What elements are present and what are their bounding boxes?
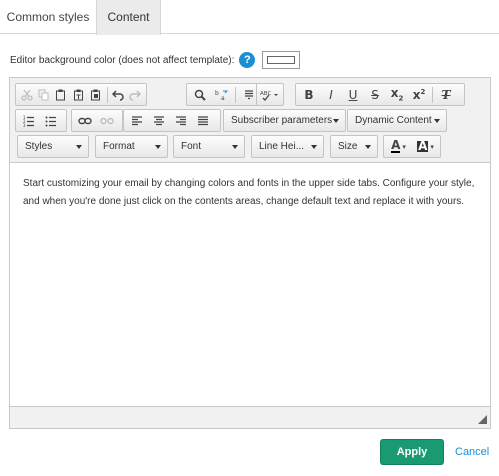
- chevron-down-icon: [333, 119, 339, 123]
- chevron-down-icon: [76, 145, 82, 149]
- tab-common-styles[interactable]: Common styles: [0, 0, 96, 34]
- undo-icon[interactable]: [109, 85, 126, 105]
- apply-button[interactable]: Apply: [380, 439, 444, 465]
- tab-bar: Common styles Content: [0, 0, 499, 35]
- font-dropdown[interactable]: Font: [173, 135, 245, 158]
- align-center-icon[interactable]: [148, 111, 170, 131]
- format-label: Format: [103, 141, 135, 152]
- align-group: [123, 109, 221, 132]
- line-height-dropdown[interactable]: Line Hei...: [251, 135, 324, 158]
- chevron-down-icon: [311, 145, 317, 149]
- find-icon[interactable]: [189, 85, 211, 105]
- background-color-button[interactable]: A ▾: [412, 137, 439, 157]
- spellcheck-icon[interactable]: ABC: [257, 85, 283, 105]
- chevron-down-icon: ▾: [402, 143, 406, 151]
- align-left-icon[interactable]: [126, 111, 148, 131]
- styles-label: Styles: [25, 141, 53, 152]
- format-group: B I U S x2 x2 T: [295, 83, 465, 106]
- svg-text:3: 3: [23, 123, 26, 127]
- styles-dropdown[interactable]: Styles: [17, 135, 89, 158]
- rich-text-editor: ba ABC B I U S x2 x2 T 123 Subscriber pa…: [9, 77, 491, 429]
- chevron-down-icon: [434, 119, 440, 123]
- subscript-button[interactable]: x2: [386, 85, 408, 105]
- underline-button[interactable]: U: [342, 85, 364, 105]
- paste-text-icon[interactable]: [70, 85, 87, 105]
- list-group: 123: [15, 109, 67, 132]
- background-color-label: Editor background color (does not affect…: [10, 54, 235, 66]
- numbered-list-icon[interactable]: 123: [18, 111, 40, 131]
- chevron-down-icon: ▾: [430, 143, 434, 151]
- cut-icon[interactable]: [18, 85, 35, 105]
- resize-handle-icon[interactable]: [478, 415, 487, 424]
- align-right-icon[interactable]: [170, 111, 192, 131]
- spellcheck-label: ABC: [260, 91, 271, 97]
- superscript-button[interactable]: x2: [408, 85, 430, 105]
- format-dropdown[interactable]: Format: [95, 135, 168, 158]
- color-group: A ▾ A ▾: [383, 135, 441, 158]
- help-icon[interactable]: ?: [239, 52, 256, 68]
- link-icon[interactable]: [74, 111, 96, 131]
- paste-icon[interactable]: [53, 85, 70, 105]
- spellcheck-group: ABC: [256, 83, 284, 106]
- svg-text:b: b: [215, 90, 219, 97]
- subscriber-parameters-label: Subscriber parameters: [231, 115, 333, 126]
- clipboard-group: [15, 83, 147, 106]
- remove-format-button[interactable]: T: [435, 85, 457, 105]
- chevron-down-icon: [365, 145, 371, 149]
- editor-content-text: Start customizing your email by changing…: [23, 178, 475, 207]
- dynamic-content-dropdown[interactable]: Dynamic Content: [347, 109, 447, 132]
- svg-text:a: a: [221, 95, 225, 101]
- editor-status-bar: [10, 406, 490, 428]
- redo-icon[interactable]: [127, 85, 144, 105]
- dynamic-content-label: Dynamic Content: [355, 115, 432, 126]
- editor-toolbar: ba ABC B I U S x2 x2 T 123 Subscriber pa…: [10, 78, 490, 163]
- align-justify-icon[interactable]: [192, 111, 214, 131]
- size-dropdown[interactable]: Size: [330, 135, 378, 158]
- background-color-swatch[interactable]: [262, 51, 301, 69]
- line-height-label: Line Hei...: [259, 141, 305, 152]
- paste-word-icon[interactable]: [87, 85, 104, 105]
- link-group: [71, 109, 123, 132]
- bulleted-list-icon[interactable]: [40, 111, 62, 131]
- text-color-button[interactable]: A ▾: [385, 137, 412, 157]
- editor-content-area[interactable]: Start customizing your email by changing…: [10, 164, 490, 407]
- tab-content[interactable]: Content: [96, 0, 161, 35]
- font-label: Font: [181, 141, 202, 152]
- strikethrough-button[interactable]: S: [364, 85, 386, 105]
- italic-button[interactable]: I: [320, 85, 342, 105]
- bold-button[interactable]: B: [298, 85, 320, 105]
- copy-icon[interactable]: [35, 85, 52, 105]
- chevron-down-icon: [155, 145, 161, 149]
- background-color-row: Editor background color (does not affect…: [10, 51, 301, 69]
- chevron-down-icon: [232, 145, 238, 149]
- size-label: Size: [338, 141, 358, 152]
- cancel-link[interactable]: Cancel: [455, 439, 489, 465]
- subscriber-parameters-dropdown[interactable]: Subscriber parameters: [223, 109, 346, 132]
- replace-icon[interactable]: ba: [211, 85, 233, 105]
- unlink-icon[interactable]: [96, 111, 118, 131]
- color-preview: [267, 56, 296, 64]
